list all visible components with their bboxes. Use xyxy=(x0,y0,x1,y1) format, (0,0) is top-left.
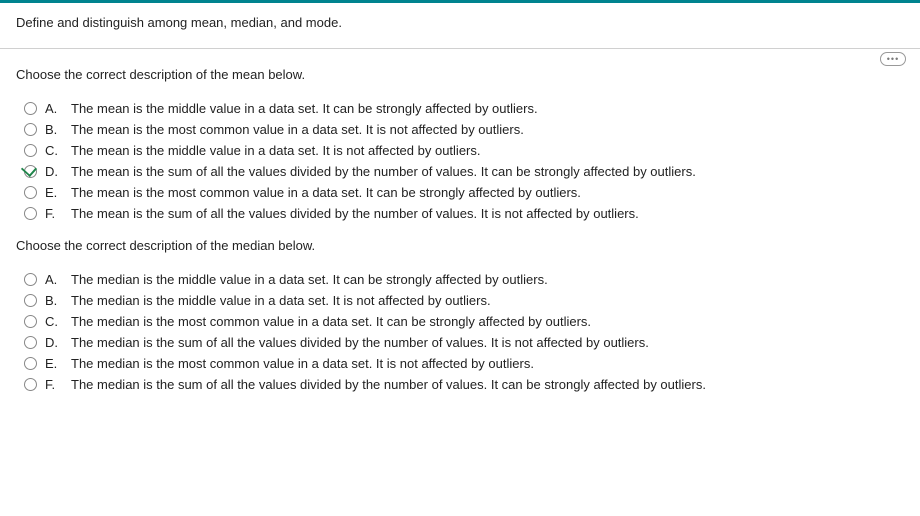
option-text: The mean is the most common value in a d… xyxy=(71,185,904,200)
option-text: The median is the most common value in a… xyxy=(71,314,904,329)
option-text: The median is the most common value in a… xyxy=(71,356,904,371)
radio-icon[interactable] xyxy=(24,294,37,307)
content-area: Choose the correct description of the me… xyxy=(0,49,920,407)
radio-icon[interactable] xyxy=(24,207,37,220)
option-text: The median is the middle value in a data… xyxy=(71,272,904,287)
option-letter: A. xyxy=(45,101,63,116)
part1-option-d[interactable]: D. The mean is the sum of all the values… xyxy=(24,161,904,182)
option-letter: E. xyxy=(45,185,63,200)
question-header: Define and distinguish among mean, media… xyxy=(0,3,920,49)
option-letter: F. xyxy=(45,377,63,392)
option-text: The mean is the middle value in a data s… xyxy=(71,143,904,158)
part2-option-d[interactable]: D. The median is the sum of all the valu… xyxy=(24,332,904,353)
help-button[interactable]: ••• xyxy=(880,52,906,66)
radio-icon[interactable] xyxy=(24,144,37,157)
part1-options: A. The mean is the middle value in a dat… xyxy=(24,98,904,224)
radio-icon[interactable] xyxy=(24,357,37,370)
radio-icon[interactable] xyxy=(24,315,37,328)
part1-option-c[interactable]: C. The mean is the middle value in a dat… xyxy=(24,140,904,161)
question-text: Define and distinguish among mean, media… xyxy=(16,15,342,30)
part2-prompt: Choose the correct description of the me… xyxy=(16,238,904,253)
radio-icon[interactable] xyxy=(24,336,37,349)
part1-option-e[interactable]: E. The mean is the most common value in … xyxy=(24,182,904,203)
ellipsis-icon: ••• xyxy=(887,54,899,64)
option-letter: F. xyxy=(45,206,63,221)
option-text: The median is the sum of all the values … xyxy=(71,377,904,392)
option-letter: C. xyxy=(45,314,63,329)
part2-option-c[interactable]: C. The median is the most common value i… xyxy=(24,311,904,332)
part2-option-e[interactable]: E. The median is the most common value i… xyxy=(24,353,904,374)
option-text: The median is the sum of all the values … xyxy=(71,335,904,350)
option-text: The mean is the middle value in a data s… xyxy=(71,101,904,116)
radio-icon[interactable] xyxy=(24,273,37,286)
option-text: The median is the middle value in a data… xyxy=(71,293,904,308)
option-letter: D. xyxy=(45,164,63,179)
radio-icon[interactable] xyxy=(24,102,37,115)
option-letter: E. xyxy=(45,356,63,371)
radio-icon-selected[interactable] xyxy=(24,165,37,178)
part1-option-f[interactable]: F. The mean is the sum of all the values… xyxy=(24,203,904,224)
part2-option-a[interactable]: A. The median is the middle value in a d… xyxy=(24,269,904,290)
part1-option-a[interactable]: A. The mean is the middle value in a dat… xyxy=(24,98,904,119)
option-letter: A. xyxy=(45,272,63,287)
radio-icon[interactable] xyxy=(24,186,37,199)
option-letter: C. xyxy=(45,143,63,158)
part1-prompt: Choose the correct description of the me… xyxy=(16,67,904,82)
option-text: The mean is the most common value in a d… xyxy=(71,122,904,137)
option-text: The mean is the sum of all the values di… xyxy=(71,164,904,179)
radio-icon[interactable] xyxy=(24,378,37,391)
option-text: The mean is the sum of all the values di… xyxy=(71,206,904,221)
part2-option-b[interactable]: B. The median is the middle value in a d… xyxy=(24,290,904,311)
part2-options: A. The median is the middle value in a d… xyxy=(24,269,904,395)
radio-icon[interactable] xyxy=(24,123,37,136)
option-letter: D. xyxy=(45,335,63,350)
option-letter: B. xyxy=(45,293,63,308)
option-letter: B. xyxy=(45,122,63,137)
part1-option-b[interactable]: B. The mean is the most common value in … xyxy=(24,119,904,140)
part2-option-f[interactable]: F. The median is the sum of all the valu… xyxy=(24,374,904,395)
